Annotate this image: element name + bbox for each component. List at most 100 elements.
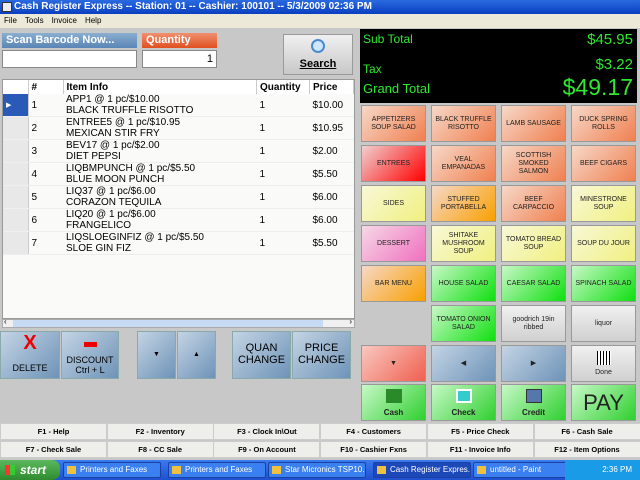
function-key-button[interactable]: F1 - Help [0,423,107,440]
table-row[interactable]: 2 ENTREE5 @ 1 pc/$10.95 MEXICAN STIR FRY 1 $… [3,116,354,140]
task-icon [172,466,181,474]
menu-item-button[interactable]: SHITAKE MUSHROOM SOUP [431,225,496,262]
price-change-button[interactable]: PRICE CHANGE [292,331,351,379]
row-selector[interactable]: ▶ [3,94,29,117]
function-key-button[interactable]: F5 - Price Check [426,423,534,440]
function-key-button[interactable]: F3 - Clock In\Out [213,423,321,440]
menu-item-button[interactable]: TOMATO ONION SALAD [431,305,496,342]
menu-item-button[interactable]: STUFFED PORTABELLA [431,185,496,222]
menu-item-button[interactable]: TOMATO BREAD SOUP [501,225,566,262]
menu-item-button[interactable]: VEAL EMPANADAS [431,145,496,182]
table-row[interactable]: 7 LIQSLOEGINFIZ @ 1 pc/$5.50 SLOE GIN FIZ 1… [3,231,354,255]
menu-item-button[interactable]: goodrich 19in ribbed [501,305,566,342]
menu-item-label: liquor [594,319,613,327]
row-item-info: ENTREE5 @ 1 pc/$10.95 MEXICAN STIR FRY [63,116,257,140]
menu-item-label: SCOTTISH SMOKED SALMON [515,151,552,175]
quantity-change-button[interactable]: QUAN CHANGE [232,331,291,379]
menu-item-label: APPETIZERS SOUP SALAD [371,115,416,131]
row-selector[interactable] [3,231,29,255]
scroll-left-icon[interactable]: ‹ [4,317,7,326]
menu-item-button[interactable]: SIDES [361,185,426,222]
menu-invoice[interactable]: Invoice [52,16,77,25]
table-row[interactable]: 4 LIQBMPUNCH @ 1 pc/$5.50 BLUE MOON PUNCH 1… [3,162,354,186]
page-down-button[interactable]: ▼ [361,345,426,382]
menu-item-button[interactable]: BAR MENU [361,265,426,302]
taskbar-task[interactable]: Cash Register Expres... [373,462,471,478]
delete-button[interactable]: X DELETE [0,331,60,379]
pay-button[interactable]: PAY [571,384,636,421]
row-number: 4 [28,162,63,186]
row-pointer-icon: ▶ [6,102,12,109]
menu-item-button[interactable]: APPETIZERS SOUP SALAD [361,105,426,142]
check-button[interactable]: Check [431,384,496,421]
scroll-down-button[interactable]: ▼ [137,331,176,379]
menu-item-button[interactable]: MINESTRONE SOUP [571,185,636,222]
quantity-input[interactable]: 1 [142,50,217,68]
totals-panel: Sub Total $45.95 Tax $3.22 Grand Total $… [360,29,637,103]
task-label: Star Micronics TSP10... [285,465,366,474]
menu-item-button[interactable]: BEEF CIGARS [571,145,636,182]
row-selector[interactable] [3,139,29,163]
taskbar-task[interactable]: Printers and Faxes [63,462,161,478]
function-key-button[interactable]: F12 - Item Options [533,441,640,458]
row-quantity: 1 [256,185,310,209]
col-price: Price [309,80,354,94]
taskbar-task[interactable]: untitled - Paint [473,462,571,478]
row-price: $2.00 [309,139,354,163]
table-row[interactable]: 6 LIQ20 @ 1 pc/$6.00 FRANGELICO 1 $6.00 [3,208,354,232]
table-row[interactable]: 5 LIQ37 @ 1 pc/$6.00 CORAZON TEQUILA 1 $6.00 [3,185,354,209]
menu-item-label: DESSERT [377,239,410,247]
menu-item-button[interactable]: BLACK TRUFFLE RISOTTO [431,105,496,142]
menu-tools[interactable]: Tools [25,16,44,25]
row-item-info: APP1 @ 1 pc/$10.00 BLACK TRUFFLE RISOTTO [63,94,257,117]
menu-item-button[interactable]: DUCK SPRING ROLLS [571,105,636,142]
discount-button[interactable]: DISCOUNT Ctrl + L [61,331,119,379]
menu-item-button[interactable]: liquor [571,305,636,342]
grand-total-label: Grand Total [363,81,430,96]
scan-barcode-input[interactable] [2,50,137,68]
row-selector[interactable] [3,208,29,232]
menu-item-button[interactable]: SCOTTISH SMOKED SALMON [501,145,566,182]
horizontal-scrollbar[interactable]: ‹ › [2,317,355,328]
row-selector[interactable] [3,162,29,186]
menu-help[interactable]: Help [85,16,101,25]
page-left-button[interactable]: ◀ [431,345,496,382]
function-key-button[interactable]: F9 - On Account [213,441,321,458]
table-row[interactable]: ▶ 1 APP1 @ 1 pc/$10.00 BLACK TRUFFLE RISOTT… [3,94,354,117]
row-selector[interactable] [3,185,29,209]
scrollbar-thumb[interactable] [13,320,323,327]
function-key-button[interactable]: F8 - CC Sale [106,441,214,458]
function-key-button[interactable]: F10 - Cashier Fxns [320,441,428,458]
cash-button[interactable]: Cash [361,384,426,421]
credit-card-icon [525,388,542,403]
credit-label: Credit [521,407,546,417]
menu-item-button[interactable]: CAESAR SALAD [501,265,566,302]
discount-label: DISCOUNT [66,355,114,365]
page-right-button[interactable]: ▶ [501,345,566,382]
scroll-up-button[interactable]: ▲ [177,331,216,379]
function-key-button[interactable]: F4 - Customers [320,423,428,440]
credit-button[interactable]: Credit [501,384,566,421]
taskbar-task[interactable]: Printers and Faxes [168,462,266,478]
function-key-button[interactable]: F6 - Cash Sale [533,423,640,440]
menu-item-button[interactable]: ENTREES [361,145,426,182]
menu-item-button[interactable]: SOUP DU JOUR [571,225,636,262]
menu-file[interactable]: File [4,16,17,25]
menu-item-button[interactable]: SPINACH SALAD [571,265,636,302]
done-button[interactable]: Done [571,345,636,382]
row-selector[interactable] [3,116,29,140]
menu-item-button[interactable]: LAMB SAUSAGE [501,105,566,142]
taskbar-task[interactable]: Star Micronics TSP10... [268,462,366,478]
scroll-right-icon[interactable]: › [349,317,352,326]
start-button[interactable]: start [0,460,60,480]
table-row[interactable]: 3 BEV17 @ 1 pc/$2.00 DIET PEPSI 1 $2.00 [3,139,354,163]
function-key-button[interactable]: F11 - Invoice Info [426,441,534,458]
search-button[interactable]: Search [283,34,353,75]
cash-icon [385,388,402,403]
function-key-button[interactable]: F7 - Check Sale [0,441,107,458]
row-price: $6.00 [309,208,354,232]
function-key-button[interactable]: F2 - Inventory [106,423,214,440]
menu-item-button[interactable]: BEEF CARPACCIO [501,185,566,222]
menu-item-button[interactable]: HOUSE SALAD [431,265,496,302]
menu-item-button[interactable]: DESSERT [361,225,426,262]
